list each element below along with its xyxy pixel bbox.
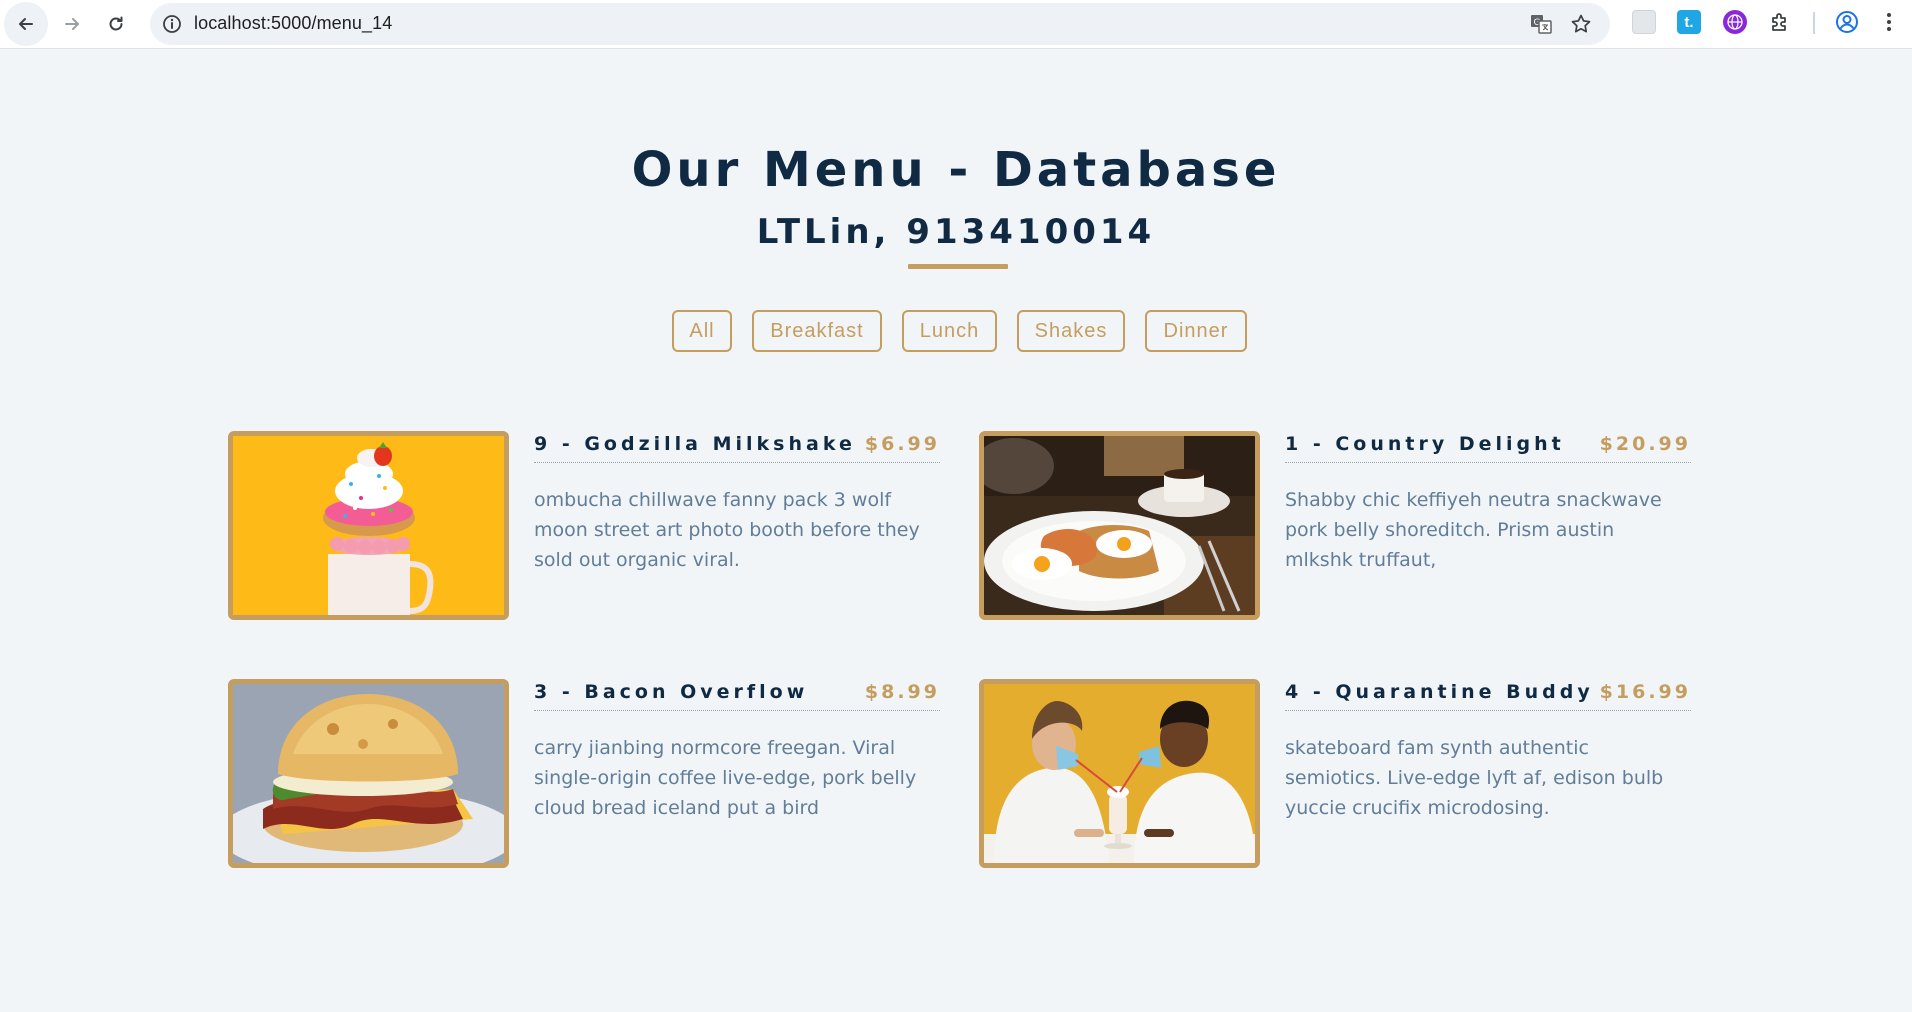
item-info: 9 - Godzilla Milkshake $6.99 ombucha chi… bbox=[534, 431, 940, 575]
item-info: 3 - Bacon Overflow $8.99 carry jianbing … bbox=[534, 679, 940, 823]
extension-t-icon[interactable]: t. bbox=[1677, 10, 1701, 34]
item-description: ombucha chillwave fanny pack 3 wolf moon… bbox=[534, 489, 920, 571]
item-name: 9 - Godzilla Milkshake bbox=[534, 433, 856, 455]
filter-shakes-button[interactable]: Shakes bbox=[1017, 310, 1125, 352]
item-info: 1 - Country Delight $20.99 Shabby chic k… bbox=[1285, 431, 1691, 575]
category-filters: All Breakfast Lunch Shakes Dinner bbox=[0, 310, 1912, 354]
menu-item: 4 - Quarantine Buddy $16.99 skateboard f… bbox=[979, 679, 1709, 869]
item-name: 4 - Quarantine Buddy bbox=[1285, 681, 1594, 703]
reload-button[interactable] bbox=[94, 2, 138, 46]
item-description: carry jianbing normcore freegan. Viral s… bbox=[534, 737, 917, 819]
item-name: 1 - Country Delight bbox=[1285, 433, 1565, 455]
url-text[interactable]: localhost:5000/menu_14 bbox=[194, 13, 392, 34]
item-description: Shabby chic keffiyeh neutra snackwave po… bbox=[1285, 489, 1662, 571]
item-price: $16.99 bbox=[1599, 681, 1691, 703]
extension-globe-icon[interactable] bbox=[1723, 10, 1747, 34]
item-header: 1 - Country Delight $20.99 bbox=[1285, 431, 1691, 463]
menu-item: 9 - Godzilla Milkshake $6.99 ombucha chi… bbox=[228, 431, 958, 621]
filter-all-button[interactable]: All bbox=[672, 310, 732, 352]
milkshake-photo bbox=[228, 431, 509, 620]
browser-toolbar: localhost:5000/menu_14 G t. bbox=[0, 0, 1912, 49]
item-header: 9 - Godzilla Milkshake $6.99 bbox=[534, 431, 940, 463]
arrow-right-icon bbox=[65, 18, 79, 30]
globe-icon bbox=[1727, 14, 1743, 30]
filter-breakfast-button[interactable]: Breakfast bbox=[752, 310, 882, 352]
filter-lunch-button[interactable]: Lunch bbox=[902, 310, 997, 352]
menu-item: 3 - Bacon Overflow $8.99 carry jianbing … bbox=[228, 679, 958, 869]
page-title: Our Menu - Database bbox=[631, 142, 1281, 198]
page-subtitle: LTLin, 913410014 bbox=[756, 212, 1156, 252]
item-header: 3 - Bacon Overflow $8.99 bbox=[534, 679, 940, 711]
item-price: $6.99 bbox=[864, 433, 940, 455]
title-underline bbox=[908, 264, 1008, 269]
item-name: 3 - Bacon Overflow bbox=[534, 681, 809, 703]
filter-dinner-button[interactable]: Dinner bbox=[1145, 310, 1247, 352]
more-menu-icon[interactable] bbox=[1876, 9, 1902, 35]
forward-button[interactable] bbox=[50, 2, 94, 46]
extensions-puzzle-icon[interactable] bbox=[1768, 10, 1792, 34]
item-description: skateboard fam synth authentic semiotics… bbox=[1285, 737, 1664, 819]
arrow-left-icon bbox=[19, 18, 33, 30]
couple-milkshake-photo bbox=[979, 679, 1260, 868]
reload-icon bbox=[109, 16, 123, 31]
item-info: 4 - Quarantine Buddy $16.99 skateboard f… bbox=[1285, 679, 1691, 823]
bookmark-star-icon[interactable] bbox=[1570, 13, 1592, 35]
item-price: $8.99 bbox=[864, 681, 940, 703]
toolbar-divider bbox=[1813, 12, 1815, 34]
back-button[interactable] bbox=[4, 2, 48, 46]
translate-icon[interactable]: G bbox=[1530, 13, 1552, 35]
bacon-biscuit-photo bbox=[228, 679, 509, 868]
menu-item: 1 - Country Delight $20.99 Shabby chic k… bbox=[979, 431, 1709, 621]
item-price: $20.99 bbox=[1599, 433, 1691, 455]
address-bar[interactable]: localhost:5000/menu_14 G bbox=[150, 3, 1610, 45]
extension-icon[interactable] bbox=[1632, 10, 1656, 34]
breakfast-plate-photo bbox=[979, 431, 1260, 620]
site-info-icon[interactable] bbox=[162, 14, 182, 34]
item-header: 4 - Quarantine Buddy $16.99 bbox=[1285, 679, 1691, 711]
profile-avatar-icon[interactable] bbox=[1834, 9, 1860, 35]
